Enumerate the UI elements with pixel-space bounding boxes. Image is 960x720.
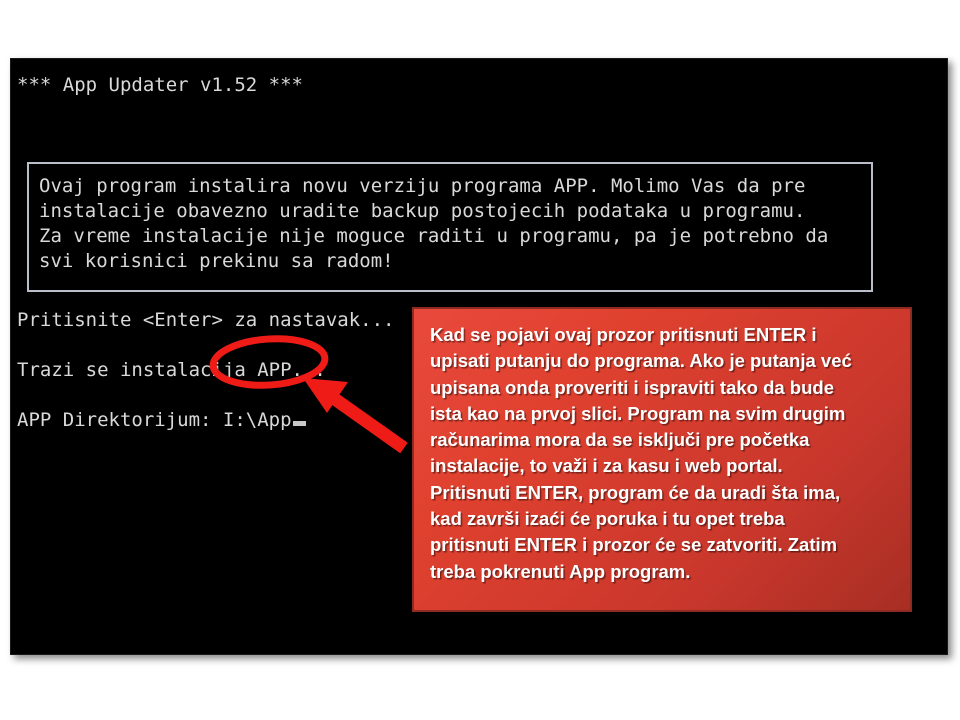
press-enter-prompt: Pritisnite <Enter> za nastavak... — [17, 309, 395, 331]
instruction-callout-text: Kad se pojavi ovaj prozor pritisnuti ENT… — [430, 324, 852, 582]
searching-status-text: Trazi se instalacija APP... — [17, 359, 326, 381]
directory-value[interactable]: I:\App — [223, 409, 292, 431]
console-message-box: Ovaj program instalira novu verziju prog… — [27, 162, 873, 292]
directory-input-line[interactable]: APP Direktorijum: I:\App — [17, 408, 306, 458]
instruction-callout-box: Kad se pojavi ovaj prozor pritisnuti ENT… — [412, 307, 912, 612]
text-cursor — [292, 421, 306, 426]
directory-label: APP Direktorijum: — [17, 409, 223, 431]
console-message-text: Ovaj program instalira novu verziju prog… — [39, 175, 829, 272]
console-title: *** App Updater v1.52 *** — [17, 74, 303, 96]
